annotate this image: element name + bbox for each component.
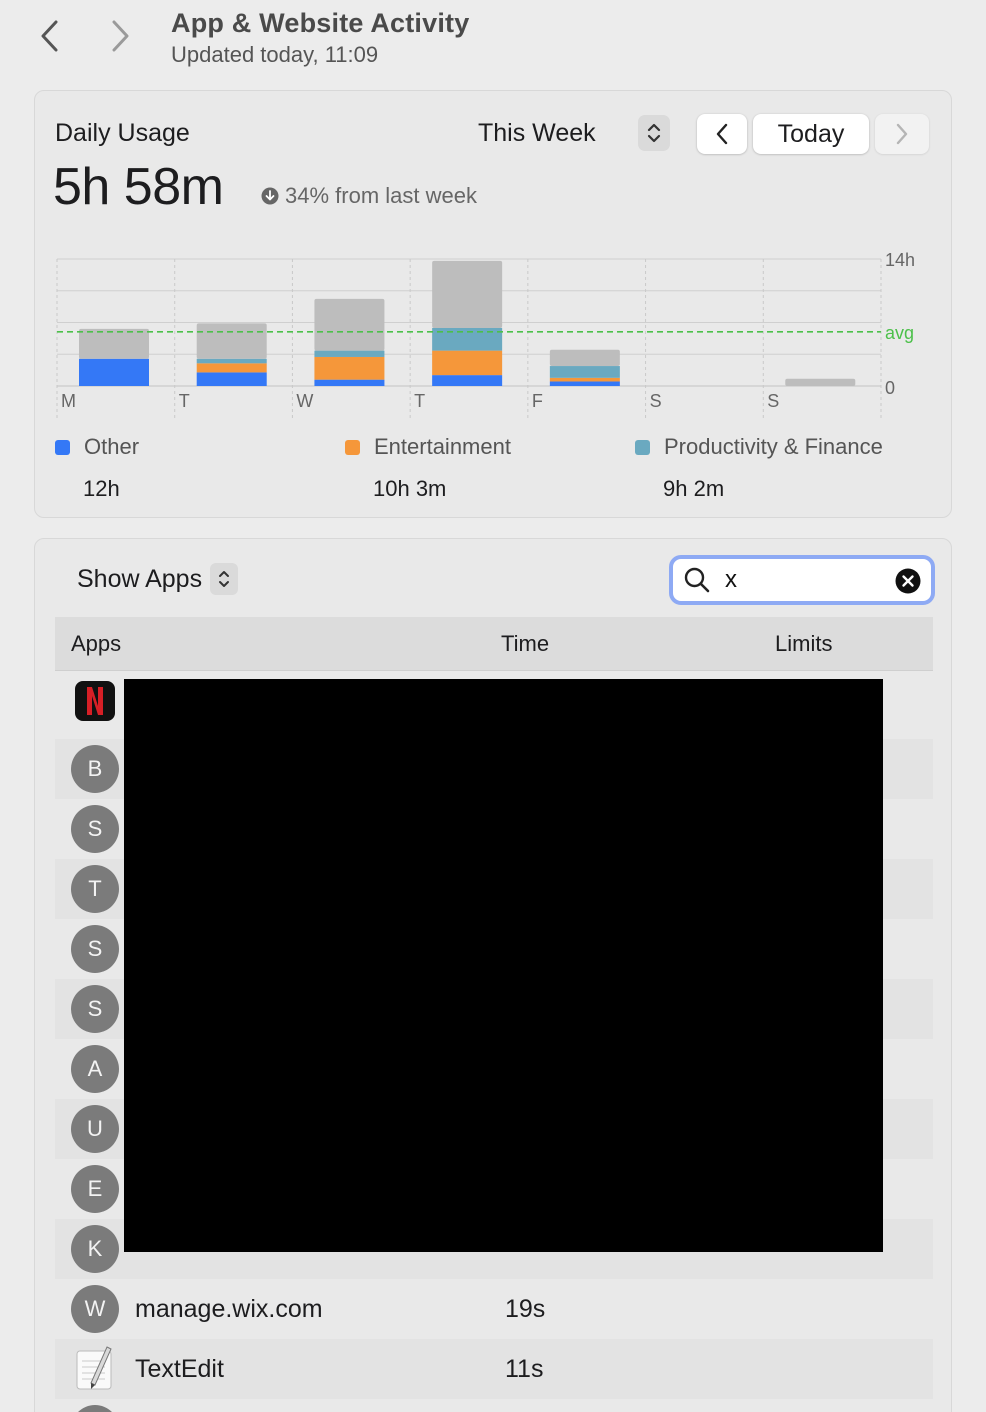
trend-text: 34% from last week [285, 183, 477, 208]
avatar: S [71, 985, 119, 1033]
legend-productivity-finance: Productivity & Finance 9h 2m [635, 434, 935, 502]
period-selector-label[interactable]: This Week [478, 119, 596, 148]
chart-day-label: T [179, 391, 190, 411]
chevron-left-icon [41, 20, 58, 52]
chevron-left-icon [716, 123, 728, 145]
legend-swatch [345, 439, 360, 455]
clear-search-button[interactable] [895, 568, 921, 594]
avatar: A [71, 1045, 119, 1093]
table-row[interactable] [55, 1399, 933, 1412]
table-header: Apps Time Limits [55, 617, 933, 671]
previous-week-button[interactable] [697, 114, 747, 154]
legend-value: 12h [83, 476, 120, 501]
bar-entertainment [432, 350, 503, 376]
avatar: B [71, 745, 119, 793]
arrow-down-circle-icon [261, 187, 279, 205]
avatar: T [71, 865, 119, 913]
avatar: U [71, 1105, 119, 1153]
bar-entertainment [196, 363, 267, 373]
column-header-apps[interactable]: Apps [71, 631, 121, 657]
avatar [71, 1405, 119, 1412]
legend-swatch [635, 439, 650, 455]
avatar: S [71, 805, 119, 853]
legend-label: Other [84, 434, 140, 459]
back-button[interactable] [28, 14, 72, 58]
show-apps-stepper[interactable] [210, 563, 239, 595]
period-stepper[interactable] [638, 115, 670, 151]
bar-uncategorized [314, 298, 385, 351]
search-field[interactable] [669, 555, 935, 605]
bar-productivity-finance [549, 366, 620, 378]
netflix-icon [75, 681, 115, 721]
trend-indicator: 34% from last week [261, 183, 477, 209]
title-block: App & Website Activity Updated today, 11… [171, 8, 469, 68]
legend-entertainment: Entertainment 10h 3m [345, 434, 645, 502]
bar-uncategorized [196, 323, 267, 359]
chart-day-label: T [414, 391, 425, 411]
up-down-chevron-icon [219, 571, 230, 587]
chart-day-label: S [767, 391, 779, 411]
bar-other [432, 375, 503, 386]
chart-day-label: M [61, 391, 76, 411]
bar-uncategorized [549, 349, 620, 367]
textedit-icon [76, 1346, 112, 1390]
app-time: 19s [505, 1295, 546, 1323]
table-row[interactable]: TextEdit 11s [55, 1339, 933, 1399]
page-subtitle: Updated today, 11:09 [171, 42, 379, 67]
chevron-right-icon [896, 123, 908, 145]
avatar: S [71, 925, 119, 973]
column-header-limits[interactable]: Limits [775, 631, 832, 657]
bar-entertainment [314, 356, 385, 380]
up-down-chevron-icon [647, 123, 661, 143]
chart-day-label: W [296, 391, 313, 411]
bar-productivity-finance [196, 358, 267, 364]
legend-label: Productivity & Finance [664, 434, 883, 459]
legend-value: 10h 3m [373, 476, 447, 501]
column-header-time[interactable]: Time [501, 631, 549, 657]
table-row[interactable]: W manage.wix.com 19s [55, 1279, 933, 1339]
today-button[interactable]: Today [753, 114, 869, 154]
avatar: W [71, 1285, 119, 1333]
forward-button[interactable] [98, 14, 142, 58]
legend-value: 9h 2m [663, 476, 725, 501]
chevron-right-icon [112, 20, 129, 52]
chart-y-tick-label: 14h [885, 250, 915, 270]
chart-day-label: F [532, 391, 543, 411]
bar-uncategorized [785, 378, 856, 386]
clear-icon [895, 568, 921, 594]
app-time: 11s [505, 1355, 544, 1383]
search-icon [683, 566, 711, 594]
legend-other: Other 12h [55, 434, 355, 502]
next-week-button[interactable] [875, 114, 929, 154]
show-apps-selector[interactable]: Show Apps [77, 563, 239, 595]
daily-usage-label: Daily Usage [55, 119, 190, 147]
show-apps-label: Show Apps [77, 564, 203, 593]
bar-other [549, 381, 620, 386]
chart-day-label: S [650, 391, 662, 411]
legend-swatch [55, 439, 70, 455]
legend-label: Entertainment [374, 434, 511, 459]
bar-uncategorized [79, 328, 149, 359]
page-title: App & Website Activity [171, 8, 470, 38]
app-name: TextEdit [135, 1355, 224, 1383]
bar-productivity-finance [314, 350, 385, 357]
daily-usage-panel: Daily Usage 5h 58m 34% from last week Th… [34, 90, 952, 518]
redacted-region [124, 679, 883, 1252]
bar-other [79, 358, 149, 386]
bar-other [196, 372, 267, 386]
daily-usage-total: 5h 58m [53, 158, 224, 216]
bar-entertainment [549, 377, 620, 382]
bar-other [314, 379, 385, 386]
chart-y-tick-label: 0 [885, 378, 895, 398]
avatar: K [71, 1225, 119, 1273]
bar-uncategorized [432, 260, 503, 328]
search-input[interactable] [725, 566, 875, 594]
avatar: E [71, 1165, 119, 1213]
app-name: manage.wix.com [135, 1295, 323, 1323]
chart-average-label: avg [885, 323, 914, 343]
daily-usage-chart: M T W T F S Savg 14h 0 [56, 250, 915, 418]
